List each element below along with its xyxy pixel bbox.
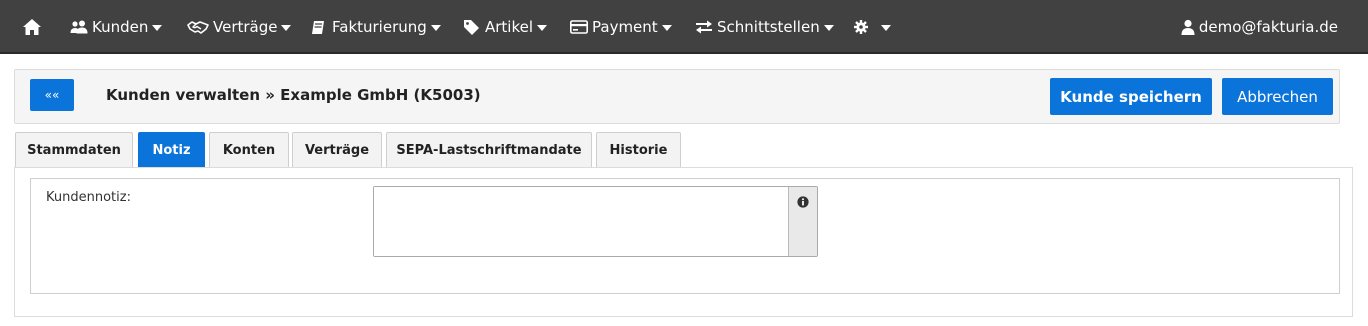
handshake-icon <box>187 20 209 34</box>
nav-payment[interactable]: Payment <box>570 0 672 54</box>
tab-stammdaten[interactable]: Stammdaten <box>15 132 133 168</box>
cancel-button[interactable]: Abbrechen <box>1222 78 1333 115</box>
chevron-down-icon <box>823 25 834 31</box>
exchange-icon <box>695 20 713 34</box>
nav-vertraege-label: Verträge <box>213 18 278 36</box>
home-link[interactable] <box>22 0 46 54</box>
info-icon <box>797 196 809 256</box>
note-field-wrapper <box>373 186 818 257</box>
tab-notiz[interactable]: Notiz <box>138 132 205 168</box>
credit-card-icon <box>570 20 588 34</box>
page-title: Kunden verwalten » Example GmbH (K5003) <box>106 86 481 104</box>
top-navbar: Kunden Verträge Fakturierung Artikel Pay… <box>0 0 1368 54</box>
note-label: Kundennotiz: <box>46 190 131 205</box>
user-email: demo@fakturia.de <box>1198 18 1338 36</box>
nav-schnittstellen-label: Schnittstellen <box>717 18 820 36</box>
chevron-down-icon <box>281 25 292 31</box>
user-menu[interactable]: demo@fakturia.de <box>1181 0 1338 54</box>
user-icon <box>1181 19 1195 35</box>
gear-icon <box>853 19 869 35</box>
chevron-down-icon <box>430 25 441 31</box>
nav-schnittstellen[interactable]: Schnittstellen <box>695 0 834 54</box>
nav-payment-label: Payment <box>592 18 658 36</box>
nav-settings[interactable] <box>853 0 891 54</box>
nav-kunden[interactable]: Kunden <box>70 0 163 54</box>
tab-historie[interactable]: Historie <box>596 132 681 168</box>
nav-fakturierung-label: Fakturierung <box>332 18 427 36</box>
header-panel: «« Kunden verwalten » Example GmbH (K500… <box>14 69 1340 124</box>
nav-artikel-label: Artikel <box>485 18 534 36</box>
chevron-down-icon <box>881 25 891 31</box>
info-addon[interactable] <box>788 187 817 256</box>
book-icon <box>311 20 325 35</box>
tab-sepa-lastschriftmandate[interactable]: SEPA-Lastschriftmandate <box>386 132 592 168</box>
users-icon <box>70 20 88 34</box>
tab-vertraege[interactable]: Verträge <box>292 132 382 168</box>
home-icon <box>22 18 42 36</box>
tags-icon <box>463 19 481 35</box>
nav-artikel[interactable]: Artikel <box>463 0 548 54</box>
nav-fakturierung[interactable]: Fakturierung <box>311 0 441 54</box>
nav-kunden-label: Kunden <box>92 18 149 36</box>
chevron-down-icon <box>152 25 163 31</box>
nav-vertraege[interactable]: Verträge <box>187 0 292 54</box>
note-form-panel: Kundennotiz: <box>30 178 1340 294</box>
tab-konten[interactable]: Konten <box>209 132 289 168</box>
save-customer-button[interactable]: Kunde speichern <box>1050 78 1212 115</box>
chevron-down-icon <box>661 25 672 31</box>
customer-note-textarea[interactable] <box>374 187 789 256</box>
tab-content: Kundennotiz: <box>14 167 1353 317</box>
back-button[interactable]: «« <box>30 79 74 111</box>
chevron-down-icon <box>537 25 548 31</box>
